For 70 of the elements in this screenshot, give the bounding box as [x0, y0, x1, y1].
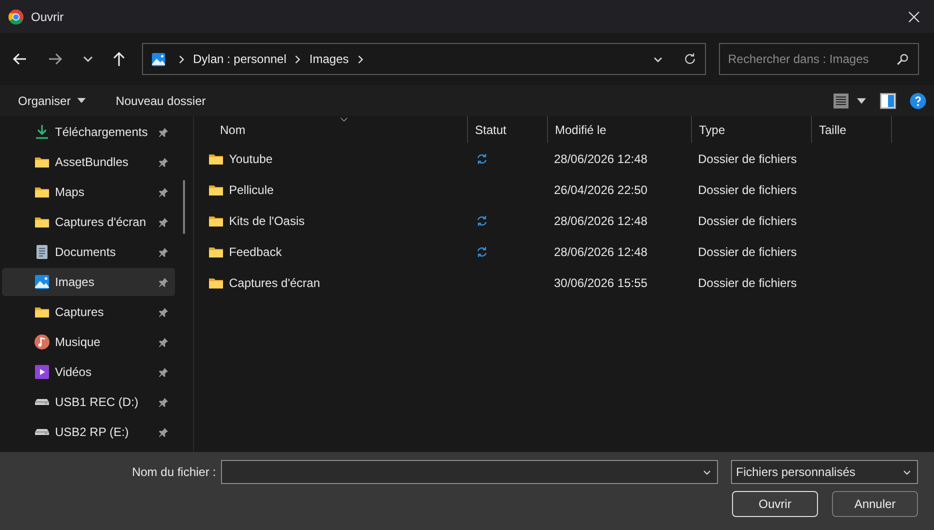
caret-icon[interactable] [857, 98, 866, 104]
column-header[interactable]: Taille [812, 116, 892, 143]
scrollbar-thumb[interactable] [183, 180, 185, 234]
cancel-button[interactable]: Annuler [832, 491, 918, 517]
list-view-icon[interactable] [833, 92, 849, 108]
sidebar-item[interactable]: Captures d'écran [2, 208, 175, 236]
file-type: Dossier de fichiers [698, 276, 797, 290]
breadcrumb-link[interactable]: Images [309, 52, 349, 66]
sidebar-item[interactable]: USB1 REC (D:) [2, 388, 175, 416]
forward-arrow-icon[interactable] [47, 51, 63, 67]
file-name: Captures d'écran [229, 276, 320, 290]
file-type-dropdown[interactable]: Fichiers personnalisés [731, 460, 918, 484]
sidebar-item[interactable]: Documents [2, 238, 175, 266]
chevron-right-icon [178, 54, 185, 64]
column-header[interactable]: Type [692, 116, 812, 143]
column-header[interactable]: Modifié le [548, 116, 692, 143]
modified-date: 30/06/2026 15:55 [554, 276, 648, 290]
file-row[interactable]: Captures d'écran 30/06/2026 15:55 Dossier de fichiers [204, 267, 934, 298]
file-name: Feedback [229, 244, 282, 258]
pictures-icon [151, 52, 166, 66]
file-name-label: Nom du fichier : [132, 465, 216, 479]
sidebar-item[interactable]: Téléchargements [2, 118, 175, 146]
sort-chevron-icon [340, 117, 348, 122]
close-icon [908, 10, 920, 22]
sidebar-item[interactable]: Musique [2, 328, 175, 356]
file-name: Pellicule [229, 182, 274, 196]
file-type: Dossier de fichiers [698, 214, 797, 228]
up-arrow-icon[interactable] [111, 51, 127, 67]
app-logo-icon [8, 8, 24, 24]
file-name-field[interactable] [221, 460, 718, 484]
pictures-icon [34, 274, 50, 290]
file-name: Youtube [229, 152, 273, 166]
sidebar-item[interactable]: USB2 RP (E:) [2, 418, 175, 446]
help-icon[interactable] [910, 92, 926, 108]
file-name: Kits de l'Oasis [229, 214, 305, 228]
file-type: Dossier de fichiers [698, 152, 797, 166]
chevron-right-icon [356, 54, 364, 64]
file-row[interactable]: Kits de l'Oasis 28/06/2026 12:48 Dossier de fichiers [204, 205, 934, 236]
breadcrumb-link[interactable]: Dylan : personnel [193, 52, 286, 66]
open-button[interactable]: Ouvrir [732, 491, 818, 517]
column-header[interactable]: Statut [468, 116, 548, 143]
file-type: Dossier de fichiers [698, 182, 797, 196]
chevron-right-icon [294, 54, 302, 64]
search-field[interactable]: Rechercher dans : Images [719, 43, 919, 75]
window-title: Ouvrir [31, 10, 64, 24]
sidebar-item[interactable]: AssetBundles [2, 148, 175, 176]
file-type: Dossier de fichiers [698, 244, 797, 258]
music-note-icon [34, 334, 50, 350]
column-header[interactable]: Nom [204, 116, 468, 143]
sidebar-item[interactable]: Captures [2, 298, 175, 326]
address-bar[interactable]: Dylan : personnel Images [142, 43, 706, 75]
organize-menu-button[interactable]: Organiser [10, 92, 94, 110]
sidebar-item[interactable]: Vidéos [2, 358, 175, 386]
modified-date: 28/06/2026 12:48 [554, 244, 648, 258]
modified-date: 26/04/2026 22:50 [554, 182, 648, 196]
video-icon [34, 364, 50, 380]
file-row[interactable]: Youtube 28/06/2026 12:48 Dossier de fichiers [204, 143, 934, 174]
file-row[interactable]: Pellicule 26/04/2026 22:50 Dossier de fichiers [204, 174, 934, 205]
file-row[interactable]: Feedback 28/06/2026 12:48 Dossier de fichiers [204, 236, 934, 267]
download-icon [34, 124, 50, 140]
preview-pane-icon[interactable] [880, 92, 896, 108]
new-folder-button[interactable]: Nouveau dossier [108, 92, 214, 110]
document-icon [34, 244, 50, 260]
modified-date: 28/06/2026 12:48 [554, 214, 648, 228]
sidebar-item[interactable]: Maps [2, 178, 175, 206]
refresh-icon[interactable] [683, 52, 697, 66]
modified-date: 28/06/2026 12:48 [554, 152, 648, 166]
sidebar-item[interactable]: Images [2, 268, 175, 296]
search-icon [896, 53, 909, 66]
back-arrow-icon[interactable] [12, 51, 28, 67]
